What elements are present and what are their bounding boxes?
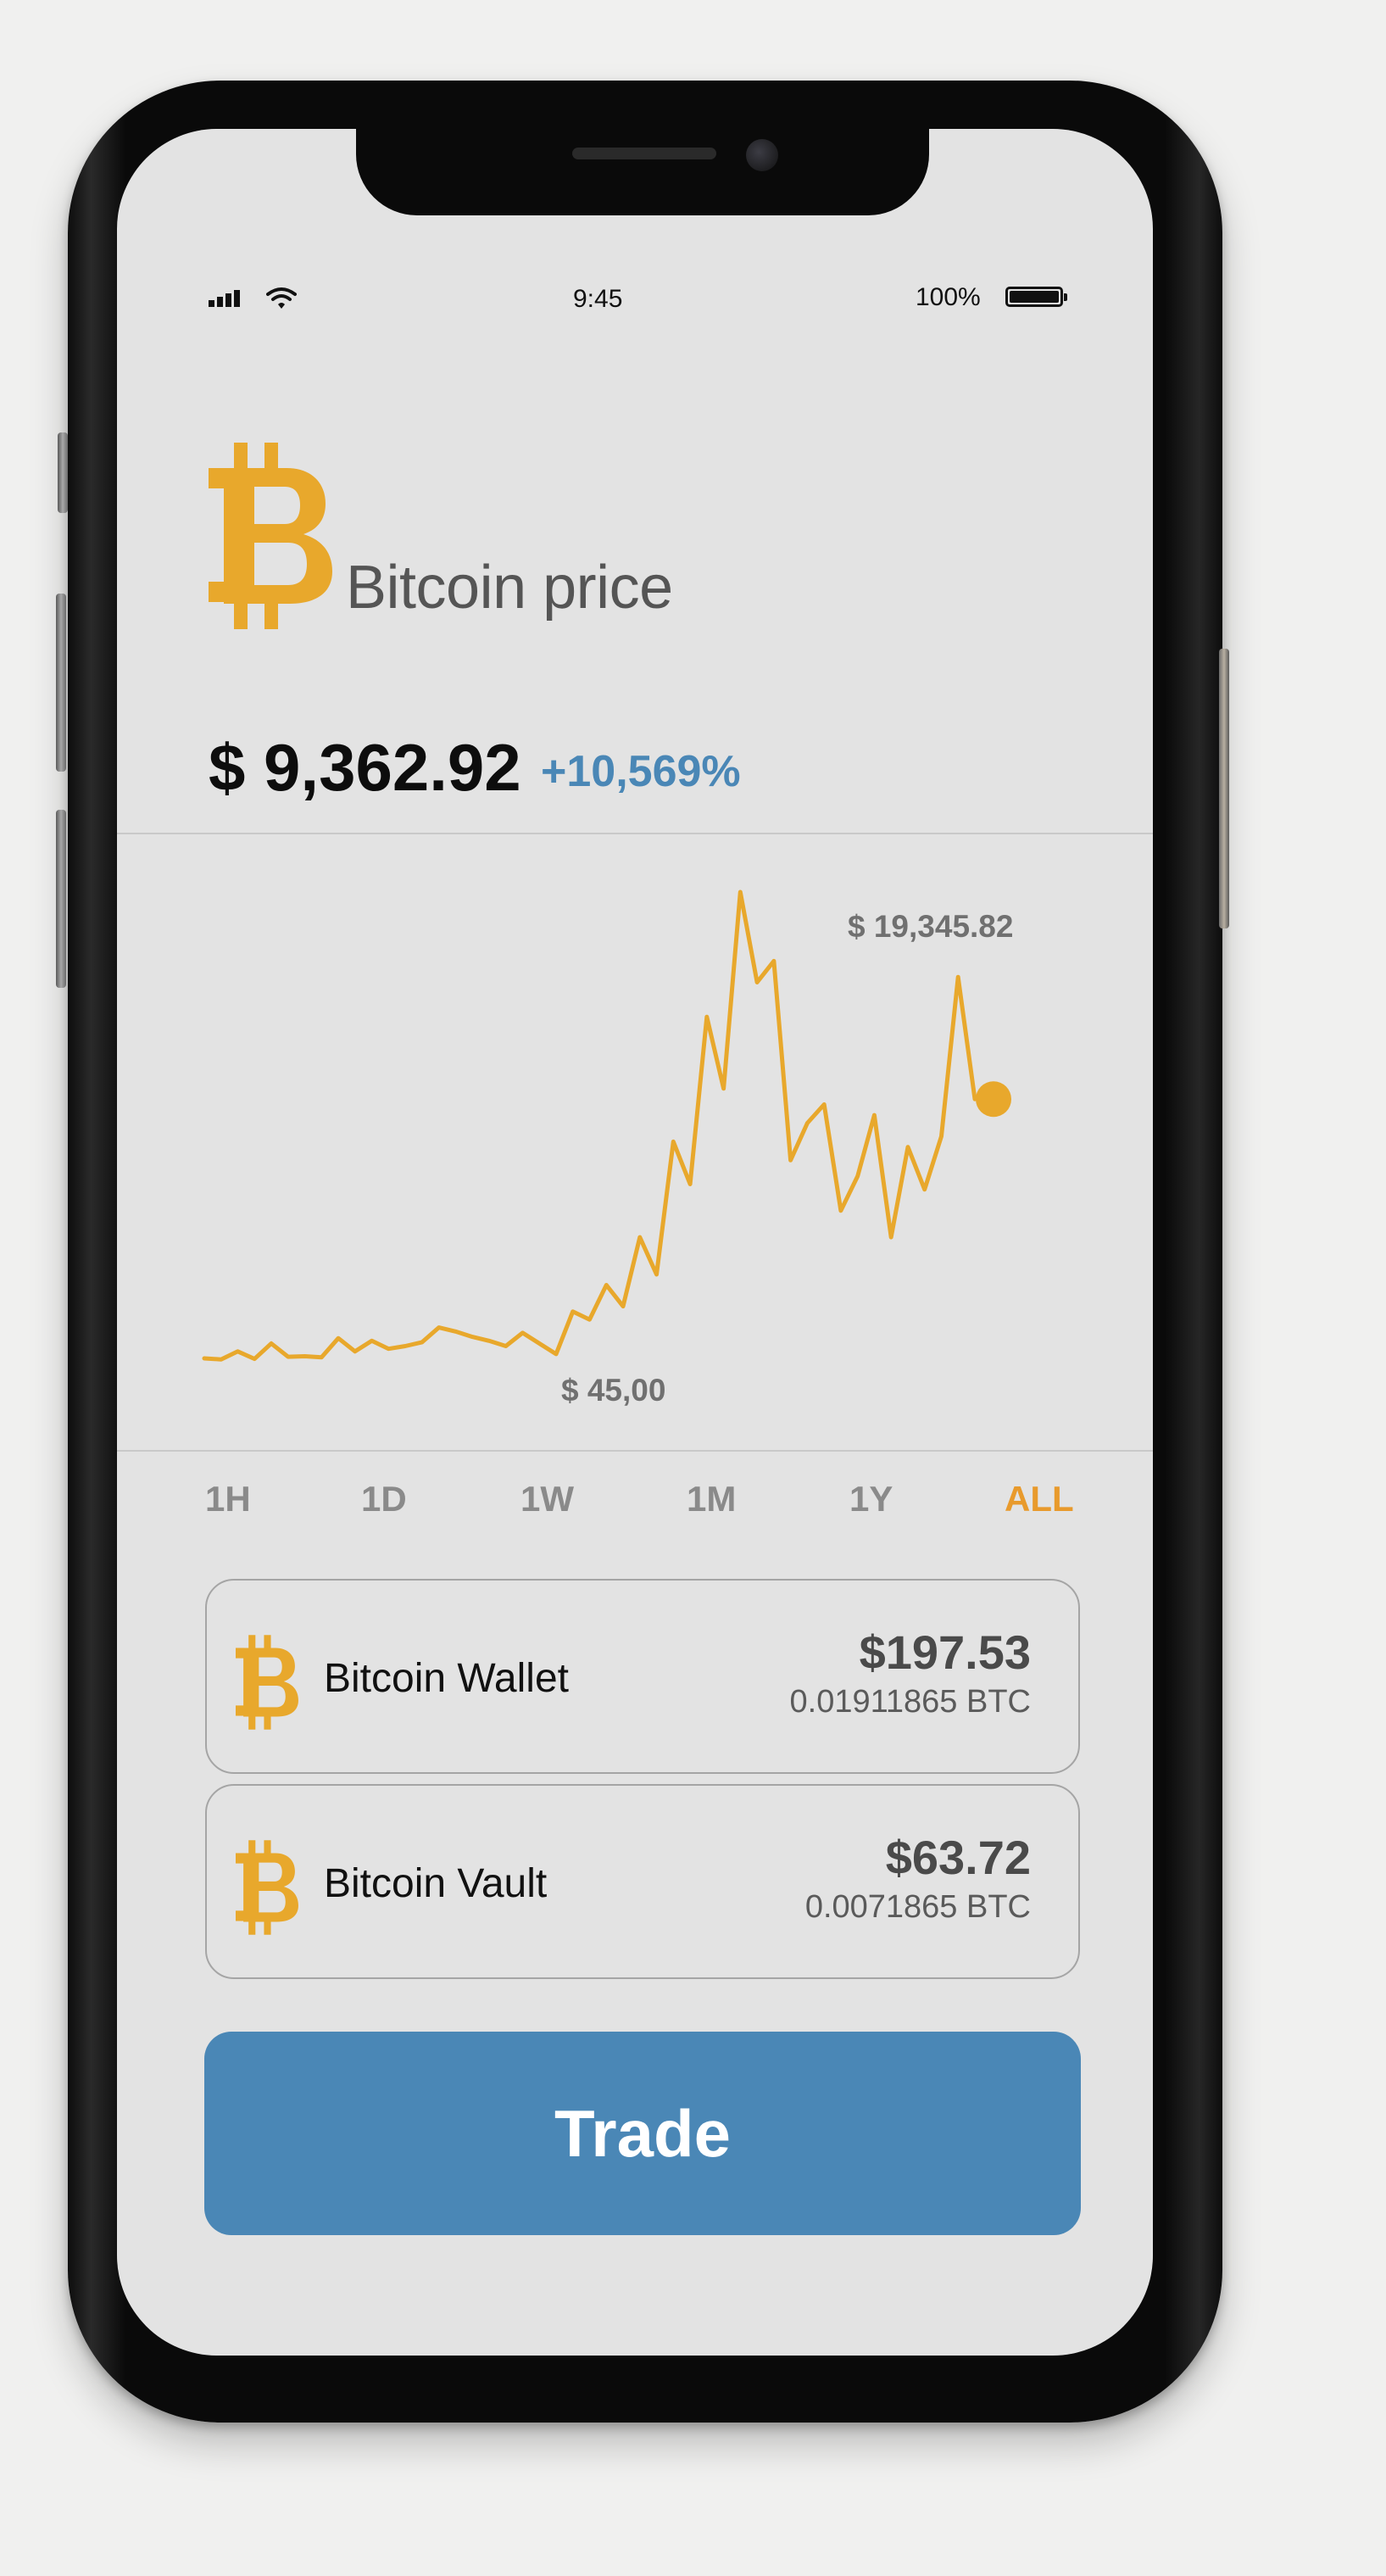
tab-1h[interactable]: 1H [205, 1479, 251, 1519]
account-btc-balance: 0.01911865 BTC [789, 1684, 1032, 1720]
tab-1m[interactable]: 1M [687, 1479, 736, 1519]
current-price-marker [976, 1081, 1011, 1118]
price-chart [202, 889, 1011, 1362]
phone-screen: 9:45 100% Bitcoin price $ 9,362.92 +10,5… [117, 129, 1153, 2356]
volume-down-button [56, 810, 66, 988]
divider [117, 1450, 1153, 1452]
tab-1y[interactable]: 1Y [849, 1479, 893, 1519]
tab-all[interactable]: ALL [1005, 1479, 1074, 1519]
account-name: Bitcoin Wallet [324, 1656, 569, 1701]
account-fiat-balance: $197.53 [859, 1625, 1031, 1679]
tab-1w[interactable]: 1W [520, 1479, 574, 1519]
volume-up-button [56, 594, 66, 772]
bitcoin-wallet-card[interactable]: Bitcoin Wallet $197.53 0.01911865 BTC [205, 1579, 1080, 1774]
tab-1d[interactable]: 1D [361, 1479, 407, 1519]
account-name: Bitcoin Vault [324, 1861, 548, 1906]
chart-low-label: $ 45,00 [561, 1373, 666, 1408]
trade-button[interactable]: Trade [204, 2032, 1081, 2235]
price-line [202, 889, 977, 1362]
bitcoin-icon [236, 1840, 298, 1935]
account-btc-balance: 0.0071865 BTC [804, 1889, 1031, 1925]
power-button [1219, 649, 1229, 928]
account-fiat-balance: $63.72 [885, 1831, 1031, 1884]
mute-switch [58, 432, 68, 513]
bitcoin-icon [236, 1635, 298, 1730]
chart-high-label: $ 19,345.82 [848, 909, 1014, 944]
bitcoin-vault-card[interactable]: Bitcoin Vault $63.72 0.0071865 BTC [205, 1784, 1080, 1979]
